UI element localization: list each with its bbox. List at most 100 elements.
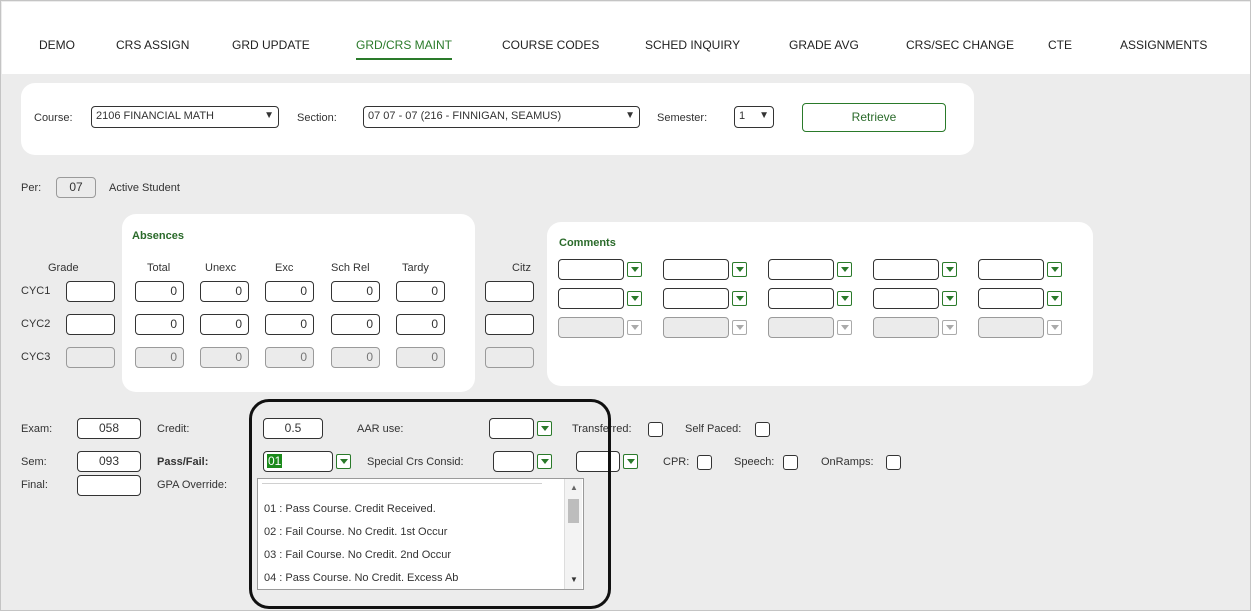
comments-title: Comments bbox=[559, 237, 616, 249]
comment-input bbox=[873, 317, 939, 338]
aar-use-input[interactable] bbox=[489, 418, 534, 439]
sem-input[interactable]: 093 bbox=[77, 451, 141, 472]
comment-input[interactable] bbox=[873, 288, 939, 309]
special-crs-consid-input[interactable] bbox=[493, 451, 534, 472]
nav-tab-crs-sec-change[interactable]: CRS/SEC CHANGE bbox=[906, 38, 1014, 52]
retrieve-button[interactable]: Retrieve bbox=[802, 103, 946, 132]
comment-input bbox=[558, 317, 624, 338]
unexc-absence-input[interactable]: 0 bbox=[200, 281, 249, 302]
citz-input[interactable] bbox=[485, 314, 534, 335]
exc-absence-input[interactable]: 0 bbox=[265, 281, 314, 302]
grade-input[interactable] bbox=[66, 314, 115, 335]
speech-label: Speech: bbox=[734, 456, 775, 468]
dropdown-arrow-icon[interactable] bbox=[627, 262, 642, 277]
comment-input[interactable] bbox=[978, 288, 1044, 309]
tardy-input[interactable]: 0 bbox=[396, 314, 445, 335]
passfail-options-list: 01 : Pass Course. Credit Received. 02 : … bbox=[257, 478, 584, 590]
passfail-input[interactable]: 01 bbox=[263, 451, 333, 472]
speech-checkbox[interactable] bbox=[783, 455, 798, 470]
passfail-option[interactable]: 01 : Pass Course. Credit Received. bbox=[264, 503, 436, 515]
dropdown-arrow-icon[interactable] bbox=[732, 291, 747, 306]
comment-input[interactable] bbox=[663, 288, 729, 309]
onramps-checkbox[interactable] bbox=[886, 455, 901, 470]
exam-input[interactable]: 058 bbox=[77, 418, 141, 439]
dropdown-arrow-icon[interactable] bbox=[537, 421, 552, 436]
comment-input[interactable] bbox=[558, 259, 624, 280]
comment-input bbox=[663, 317, 729, 338]
scroll-thumb[interactable] bbox=[568, 499, 579, 523]
passfail-option[interactable]: 04 : Pass Course. No Credit. Excess Ab bbox=[264, 572, 458, 584]
section-select-value: 07 07 - 07 (216 - FINNIGAN, SEAMUS) bbox=[368, 110, 562, 122]
special-crs-consid-input-2[interactable] bbox=[576, 451, 620, 472]
nav-tab-cte[interactable]: CTE bbox=[1048, 38, 1072, 52]
exc-absence-input[interactable]: 0 bbox=[265, 314, 314, 335]
cpr-checkbox[interactable] bbox=[697, 455, 712, 470]
chevron-down-icon: ▼ bbox=[264, 110, 274, 121]
comment-input[interactable] bbox=[558, 288, 624, 309]
section-select[interactable]: 07 07 - 07 (216 - FINNIGAN, SEAMUS) ▼ bbox=[363, 106, 640, 128]
list-scrollbar[interactable]: ▲ ▼ bbox=[564, 479, 582, 589]
nav-tab-grade-avg[interactable]: GRADE AVG bbox=[789, 38, 859, 52]
self-paced-label: Self Paced: bbox=[685, 423, 742, 435]
passfail-selected-value: 01 bbox=[267, 454, 283, 468]
sch-rel-absence-input[interactable]: 0 bbox=[331, 314, 380, 335]
comment-input[interactable] bbox=[663, 259, 729, 280]
semester-select[interactable]: 1 ▼ bbox=[734, 106, 774, 128]
total-absence-input[interactable]: 0 bbox=[135, 314, 184, 335]
self-paced-checkbox[interactable] bbox=[755, 422, 770, 437]
total-absence-input: 0 bbox=[135, 347, 184, 368]
dropdown-arrow-icon[interactable] bbox=[942, 262, 957, 277]
app-frame: DEMO CRS ASSIGN GRD UPDATE GRD/CRS MAINT… bbox=[0, 0, 1251, 611]
passfail-option[interactable]: 03 : Fail Course. No Credit. 2nd Occur bbox=[264, 549, 451, 561]
dropdown-arrow-icon[interactable] bbox=[732, 262, 747, 277]
nav-tab-grd-crs-maint[interactable]: GRD/CRS MAINT bbox=[356, 38, 452, 60]
nav-tab-sched-inquiry[interactable]: SCHED INQUIRY bbox=[645, 38, 740, 52]
dropdown-arrow-icon[interactable] bbox=[627, 291, 642, 306]
final-label: Final: bbox=[21, 479, 48, 491]
total-absence-input[interactable]: 0 bbox=[135, 281, 184, 302]
dropdown-arrow-icon[interactable] bbox=[942, 291, 957, 306]
onramps-label: OnRamps: bbox=[821, 456, 874, 468]
cycle-label: CYC1 bbox=[21, 285, 51, 297]
nav-tab-course-codes[interactable]: COURSE CODES bbox=[502, 38, 599, 52]
dropdown-arrow-icon[interactable] bbox=[537, 454, 552, 469]
unexc-absence-input[interactable]: 0 bbox=[200, 314, 249, 335]
transferred-checkbox[interactable] bbox=[648, 422, 663, 437]
exam-label: Exam: bbox=[21, 423, 53, 435]
sch-rel-absence-input[interactable]: 0 bbox=[331, 281, 380, 302]
comment-input[interactable] bbox=[873, 259, 939, 280]
tardy-input[interactable]: 0 bbox=[396, 281, 445, 302]
course-label: Course: bbox=[34, 112, 73, 124]
credit-input[interactable]: 0.5 bbox=[263, 418, 323, 439]
absences-title: Absences bbox=[132, 230, 184, 242]
scroll-down-icon[interactable]: ▼ bbox=[570, 575, 578, 584]
comment-input[interactable] bbox=[768, 259, 834, 280]
nav-tab-grd-update[interactable]: GRD UPDATE bbox=[232, 38, 310, 52]
cycle-label: CYC2 bbox=[21, 318, 51, 330]
dropdown-arrow-icon[interactable] bbox=[336, 454, 351, 469]
citz-input[interactable] bbox=[485, 281, 534, 302]
dropdown-arrow-icon[interactable] bbox=[1047, 291, 1062, 306]
course-select[interactable]: 2106 FINANCIAL MATH ▼ bbox=[91, 106, 279, 128]
grade-header: Grade bbox=[48, 262, 79, 274]
dropdown-arrow-icon[interactable] bbox=[837, 262, 852, 277]
scroll-up-icon[interactable]: ▲ bbox=[570, 483, 578, 492]
semester-select-value: 1 bbox=[739, 110, 746, 122]
passfail-option[interactable]: 02 : Fail Course. No Credit. 1st Occur bbox=[264, 526, 447, 538]
total-header: Total bbox=[147, 262, 171, 274]
comment-input[interactable] bbox=[978, 259, 1044, 280]
list-divider bbox=[262, 483, 542, 484]
grade-input[interactable] bbox=[66, 281, 115, 302]
grade-input bbox=[66, 347, 115, 368]
nav-tab-assignments[interactable]: ASSIGNMENTS bbox=[1120, 38, 1207, 52]
chevron-down-icon: ▼ bbox=[759, 110, 769, 121]
dropdown-arrow-icon[interactable] bbox=[1047, 262, 1062, 277]
semester-label: Semester: bbox=[657, 112, 708, 124]
nav-tab-demo[interactable]: DEMO bbox=[39, 38, 75, 52]
nav-tab-crs-assign[interactable]: CRS ASSIGN bbox=[116, 38, 189, 52]
comment-input[interactable] bbox=[768, 288, 834, 309]
tardy-header: Tardy bbox=[402, 262, 429, 274]
final-input[interactable] bbox=[77, 475, 141, 496]
dropdown-arrow-icon[interactable] bbox=[837, 291, 852, 306]
dropdown-arrow-icon[interactable] bbox=[623, 454, 638, 469]
